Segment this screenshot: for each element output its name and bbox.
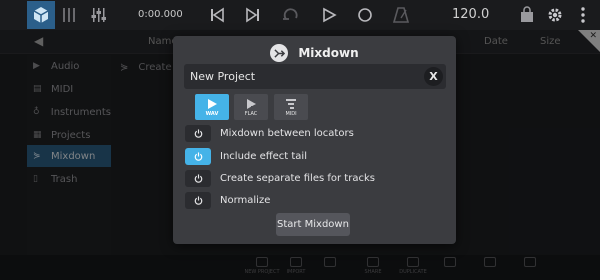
option-label: Normalize — [220, 194, 271, 206]
browser-button[interactable] — [27, 1, 55, 29]
format-midi-button[interactable]: MIDI — [274, 94, 308, 120]
store-icon[interactable] — [518, 6, 536, 24]
eq-sliders-icon[interactable] — [90, 6, 108, 24]
format-wav-button[interactable]: WAV — [195, 94, 229, 120]
mixdown-icon — [270, 44, 289, 62]
power-icon — [194, 195, 202, 205]
format-label: FLAC — [244, 110, 258, 117]
mixer-icon[interactable] — [60, 6, 78, 24]
format-flac-button[interactable]: FLAC — [234, 94, 268, 120]
record-icon[interactable] — [356, 6, 374, 24]
power-icon — [194, 151, 202, 161]
skip-to-start-icon[interactable] — [208, 6, 226, 24]
play-icon[interactable] — [320, 6, 338, 24]
toggle-button[interactable] — [185, 147, 211, 165]
option-create-separate-files[interactable]: Create separate files for tracks — [185, 169, 445, 187]
wav-icon — [208, 98, 217, 109]
menu-dots-icon[interactable] — [574, 6, 592, 24]
app-window: 0:00.000 120.0 ◀ Name Date Size ✕ ▶ Audi… — [0, 0, 600, 280]
skip-to-end-icon[interactable] — [244, 6, 262, 24]
loop-icon[interactable] — [282, 6, 300, 24]
option-label: Mixdown between locators — [220, 127, 354, 139]
flac-icon — [247, 98, 256, 109]
mixdown-dialog: Mixdown New Project X WAV FLAC MIDI Mixd… — [173, 36, 456, 244]
midi-icon — [286, 98, 296, 109]
clear-name-button[interactable]: X — [424, 67, 443, 86]
dialog-header: Mixdown — [173, 42, 456, 64]
tempo-display[interactable]: 120.0 — [452, 7, 489, 22]
option-include-effect-tail[interactable]: Include effect tail — [185, 147, 445, 165]
project-name-value: New Project — [190, 70, 256, 83]
toggle-button[interactable] — [185, 191, 211, 209]
project-name-field[interactable]: New Project X — [184, 64, 446, 89]
power-icon — [194, 128, 202, 138]
option-label: Include effect tail — [220, 150, 307, 162]
option-mixdown-between-locators[interactable]: Mixdown between locators — [185, 124, 445, 142]
format-label: WAV — [205, 110, 219, 117]
metronome-icon[interactable] — [392, 6, 410, 24]
option-normalize[interactable]: Normalize — [185, 191, 445, 209]
cube-icon — [33, 7, 49, 23]
start-mixdown-button[interactable]: Start Mixdown — [276, 213, 350, 236]
time-display: 0:00.000 — [138, 9, 183, 20]
top-toolbar: 0:00.000 120.0 — [0, 0, 600, 30]
format-label: MIDI — [285, 110, 297, 117]
dialog-title: Mixdown — [298, 46, 359, 60]
power-icon — [194, 173, 202, 183]
gear-icon[interactable] — [546, 6, 564, 24]
toggle-button[interactable] — [185, 124, 211, 142]
toggle-button[interactable] — [185, 169, 211, 187]
option-label: Create separate files for tracks — [220, 172, 375, 184]
